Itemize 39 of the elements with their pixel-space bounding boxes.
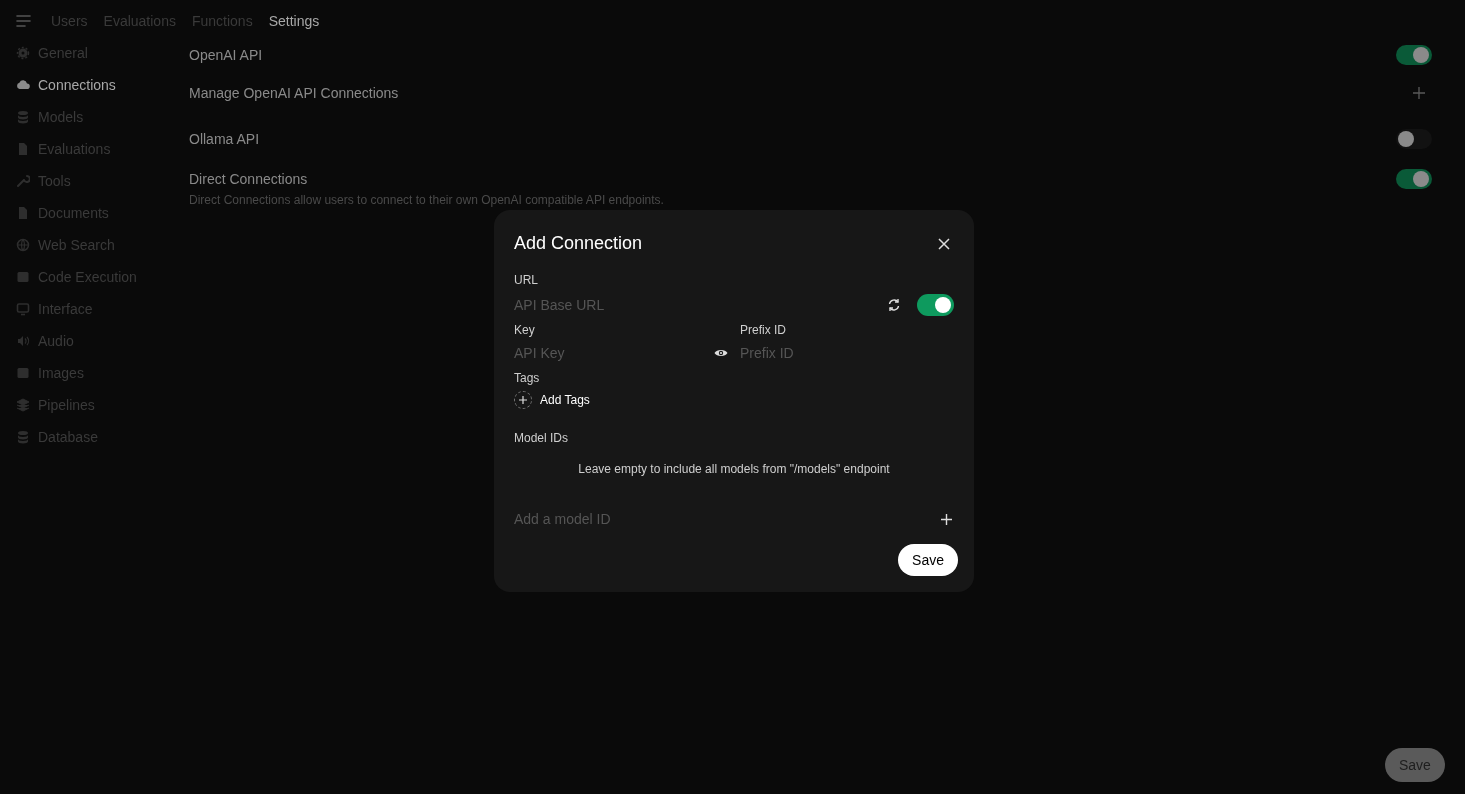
setting-label: Direct Connections [189,169,308,189]
toggle-switch[interactable] [917,294,954,316]
monitor-icon [16,302,30,316]
setting-label: Ollama API [189,129,260,149]
dialog-title: Add Connection [514,232,643,255]
save-button[interactable]: Save [898,544,958,576]
input-field[interactable]: API Base URL [514,294,871,316]
toggle-switch[interactable] [1396,129,1432,149]
input-field[interactable]: Add a model ID [514,508,941,530]
globe-icon [16,238,30,252]
save-button[interactable]: Save [1385,748,1445,782]
sidebar-item[interactable]: Connections [16,74,189,96]
database-icon [16,110,30,124]
wrench-icon [16,174,30,188]
field-label: Prefix ID [740,322,787,339]
speaker-icon [16,334,30,348]
hint-text: Leave empty to include all models from "/models" endpoint [578,461,890,478]
layers-icon [16,398,30,412]
field-label: Model IDs [514,430,570,447]
input-field[interactable]: Prefix ID [740,342,954,364]
field-label: URL [514,272,539,289]
setting-description: Direct Connections allow users to connect to their own OpenAI compatible API endpoints. [189,192,665,209]
nav-tab[interactable]: Settings [268,10,320,32]
document-icon [16,206,30,220]
add-tags-button[interactable]: Add Tags [514,391,590,409]
close-icon[interactable] [938,237,950,250]
toggle-switch[interactable] [1396,169,1432,189]
eye-icon[interactable] [714,348,728,358]
document-icon [16,142,30,156]
setting-label: OpenAI API [189,45,263,65]
input-field[interactable]: API Key [514,342,714,364]
cloud-icon [16,78,30,92]
refresh-icon[interactable] [887,298,901,312]
database-icon [16,430,30,444]
toggle-switch[interactable] [1396,45,1432,65]
setting-label: Manage OpenAI API Connections [189,83,399,103]
field-label: Tags [514,370,541,387]
gear-icon [16,46,30,60]
field-label: Key [514,322,536,339]
